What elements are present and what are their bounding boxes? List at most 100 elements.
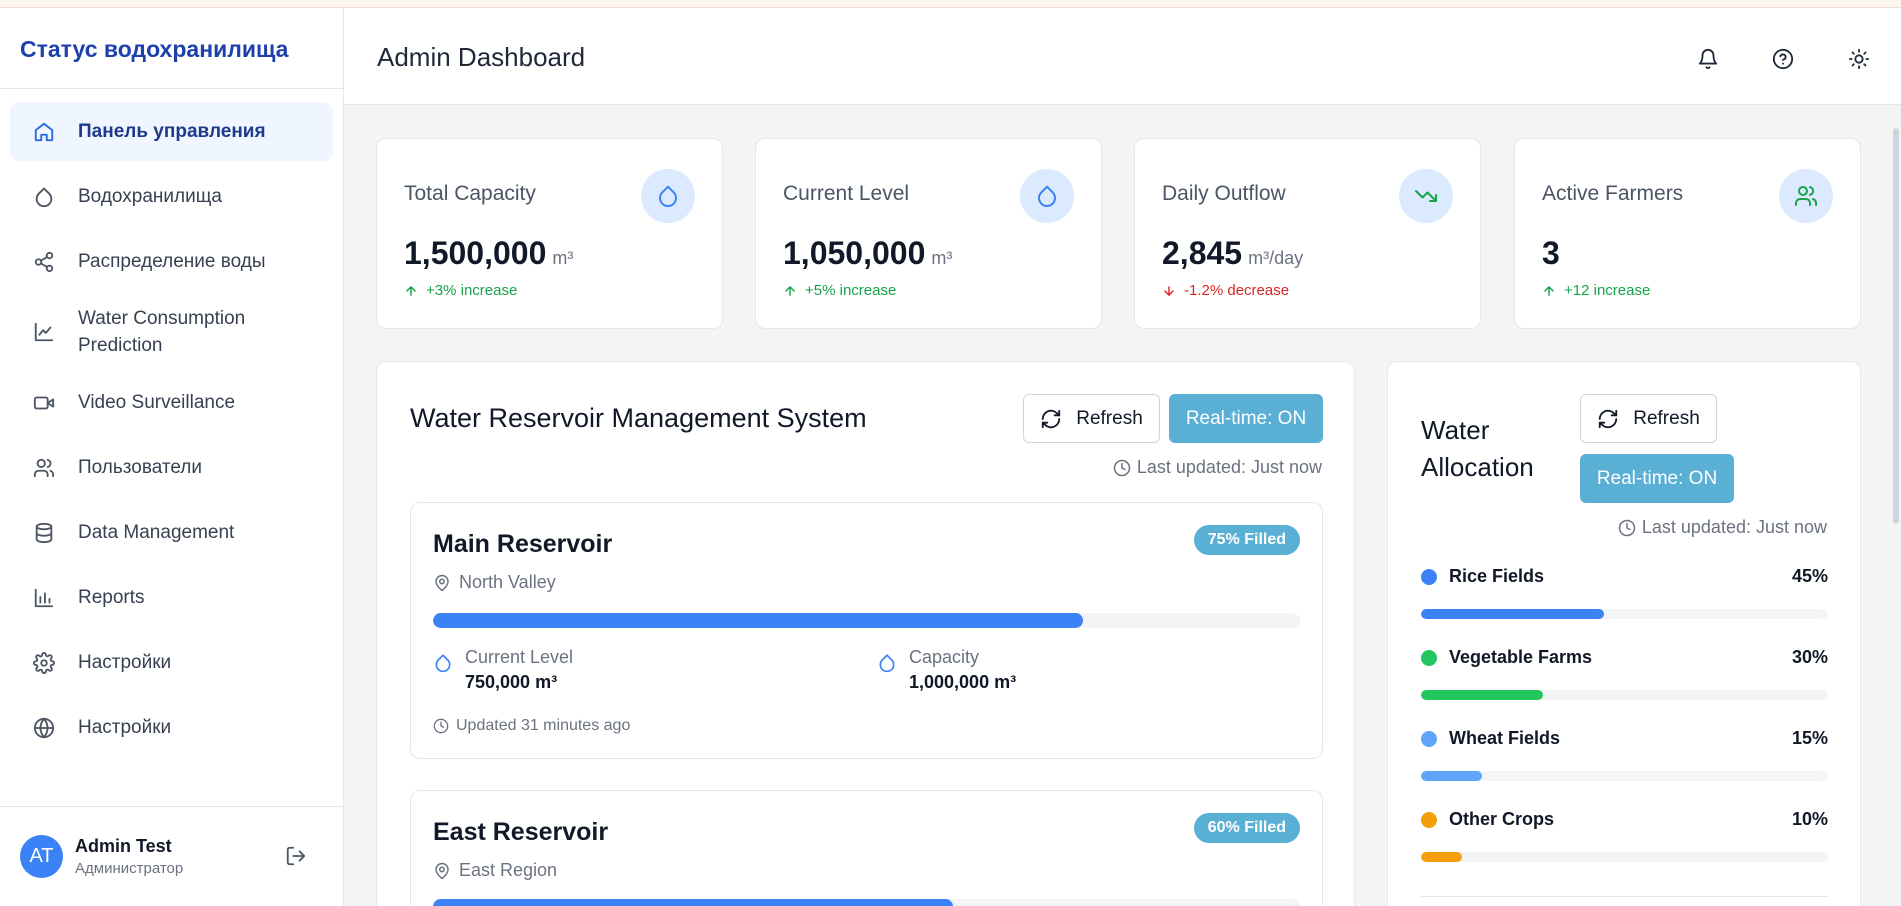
sidebar-item-distribution[interactable]: Распределение воды — [10, 232, 333, 291]
avatar[interactable]: AT — [20, 835, 63, 878]
droplet-icon — [641, 169, 695, 223]
database-icon — [30, 519, 58, 547]
logout-icon[interactable] — [285, 845, 307, 872]
reservoir-name: Main Reservoir — [433, 530, 613, 558]
share-icon — [30, 248, 58, 276]
droplet-icon — [30, 183, 58, 211]
location-text: East Region — [459, 860, 558, 880]
realtime-toggle[interactable]: Real-time: ON — [1169, 394, 1323, 443]
reservoir-name: East Reservoir — [433, 818, 609, 846]
sidebar-item-prediction[interactable]: Water Consumption Prediction — [10, 297, 333, 367]
allocation-label: Vegetable Farms — [1449, 647, 1593, 667]
allocation-realtime-toggle[interactable]: Real-time: ON — [1580, 454, 1734, 503]
sidebar-item-label: Water Consumption Prediction — [78, 308, 246, 356]
sidebar-item-video[interactable]: Video Surveillance — [10, 373, 333, 432]
reservoir-card-main[interactable]: Main Reservoir 75% Filled North Valley C… — [410, 502, 1323, 759]
allocation-last-updated: Last updated: Just now — [1618, 517, 1827, 538]
top-border — [0, 0, 1901, 8]
refresh-icon — [1042, 409, 1061, 428]
allocation-title: Water Allocation — [1421, 412, 1534, 486]
allocation-bar-fill — [1421, 690, 1544, 700]
stat-change: +3% increase — [426, 282, 518, 299]
users-icon — [30, 454, 58, 482]
current-level-metric: Current Level 750,000 m³ — [433, 647, 573, 693]
allocation-bar — [1421, 690, 1828, 700]
fill-progress-value — [433, 613, 1084, 628]
trending-down-icon — [1399, 169, 1453, 223]
reservoir-panel: Water Reservoir Management System Refres… — [376, 361, 1355, 906]
allocation-percent: 45% — [1791, 566, 1828, 586]
sidebar-item-data-management[interactable]: Data Management — [10, 503, 333, 562]
fill-badge: 60% Filled — [1193, 813, 1300, 843]
sidebar-item-language[interactable]: Настройки — [10, 698, 333, 757]
stat-unit: m³ — [931, 248, 953, 268]
metric-value: 1,000,000 m³ — [909, 672, 1017, 692]
legend-dot — [1421, 730, 1437, 747]
stat-label: Current Level — [783, 182, 910, 205]
sidebar: Статус водохранилища Панель управления В… — [0, 8, 344, 906]
globe-icon — [30, 714, 58, 742]
allocation-item-wheat: Wheat Fields 15% — [1421, 728, 1828, 781]
refresh-label: Refresh — [1633, 407, 1700, 429]
reservoir-location: East Region — [433, 860, 557, 881]
clock-icon — [433, 718, 449, 734]
droplet-icon — [1020, 169, 1074, 223]
sidebar-item-dashboard[interactable]: Панель управления — [10, 102, 333, 161]
stat-label: Total Capacity — [404, 182, 536, 205]
allocation-refresh-button[interactable]: Refresh — [1580, 394, 1717, 443]
allocation-label: Wheat Fields — [1449, 728, 1561, 748]
arrow-up-icon — [1544, 285, 1554, 296]
page-scrollbar[interactable] — [1889, 120, 1901, 524]
metric-label: Current Level — [465, 647, 574, 667]
sidebar-item-label: Распределение воды — [78, 250, 266, 272]
allocation-bar — [1421, 771, 1828, 781]
brand-title[interactable]: Статус водохранилища — [0, 8, 343, 89]
sidebar-item-settings[interactable]: Настройки — [10, 633, 333, 692]
allocation-label: Rice Fields — [1449, 566, 1545, 586]
allocation-title-line: Allocation — [1421, 452, 1534, 482]
help-icon[interactable] — [1768, 44, 1798, 74]
sidebar-item-reservoirs[interactable]: Водохранилища — [10, 167, 333, 226]
user-profile: AT Admin Test Администратор — [0, 806, 343, 906]
clock-icon — [1113, 459, 1131, 476]
allocation-item-other: Other Crops 10% — [1421, 809, 1828, 862]
allocation-percent: 10% — [1791, 809, 1828, 829]
stat-card-active-farmers: Active Farmers 3 +12 increase — [1514, 138, 1861, 329]
fill-progress-bar — [433, 899, 1300, 906]
stat-label: Active Farmers — [1542, 182, 1684, 205]
sidebar-item-users[interactable]: Пользователи — [10, 438, 333, 497]
sidebar-item-label: Настройки — [78, 716, 172, 738]
bar-chart-icon — [30, 584, 58, 612]
sidebar-item-label: Пользователи — [78, 456, 203, 478]
home-icon — [30, 118, 58, 146]
stat-value: 1,500,000 — [404, 235, 547, 271]
fill-progress-value — [433, 899, 954, 906]
sidebar-nav: Панель управления Водохранилища Распреде… — [0, 89, 343, 757]
sun-icon[interactable] — [1844, 44, 1874, 74]
sidebar-item-label: Настройки — [78, 651, 172, 673]
stat-value: 1,050,000 — [783, 235, 926, 271]
stat-change: -1.2% decrease — [1184, 282, 1290, 299]
reservoir-panel-title: Water Reservoir Management System — [410, 403, 867, 433]
refresh-button[interactable]: Refresh — [1023, 394, 1160, 443]
last-updated: Last updated: Just now — [1113, 457, 1322, 478]
scrollbar-thumb[interactable] — [1893, 128, 1899, 524]
fill-badge: 75% Filled — [1193, 525, 1300, 555]
fill-progress-bar — [433, 613, 1300, 628]
allocation-percent: 15% — [1791, 728, 1828, 748]
legend-dot — [1421, 649, 1437, 666]
last-updated-text: Last updated: Just now — [1641, 517, 1827, 537]
reservoir-location: North Valley — [433, 572, 556, 593]
reservoir-card-east[interactable]: East Reservoir 60% Filled East Region — [410, 790, 1323, 906]
legend-dot — [1421, 811, 1437, 828]
refresh-icon — [1599, 409, 1618, 428]
sidebar-item-reports[interactable]: Reports — [10, 568, 333, 627]
stat-unit: m³ — [552, 248, 574, 268]
bell-icon[interactable] — [1693, 44, 1723, 74]
stat-card-total-capacity: Total Capacity 1,500,000 m³ +3% increase — [376, 138, 723, 329]
stat-label: Daily Outflow — [1162, 182, 1286, 205]
sidebar-item-label: Video Surveillance — [78, 391, 236, 413]
allocation-bar-fill — [1421, 852, 1462, 862]
allocation-bar-fill — [1421, 771, 1483, 781]
legend-dot — [1421, 568, 1437, 585]
